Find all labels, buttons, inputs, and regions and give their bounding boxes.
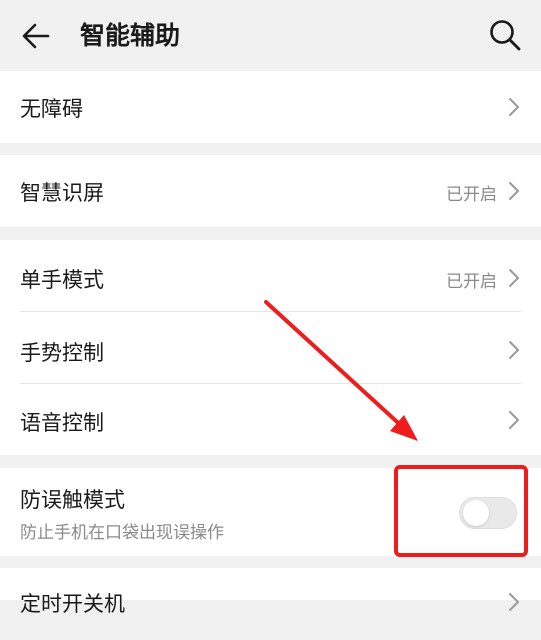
arrow-left-icon[interactable] xyxy=(20,20,52,52)
row-label: 手势控制 xyxy=(20,341,104,365)
row-voice-control[interactable]: 语音控制 xyxy=(0,384,541,455)
row-label: 定时开关机 xyxy=(20,592,125,616)
row-smart-screen[interactable]: 智慧识屏 已开启 xyxy=(0,155,541,227)
row-label: 无障碍 xyxy=(20,97,83,121)
settings-group-scheduled-power: 定时开关机 xyxy=(0,568,541,616)
annotation-highlight-box xyxy=(394,465,528,557)
chevron-right-icon xyxy=(509,269,519,287)
row-subtitle: 防止手机在口袋出现误操作 xyxy=(20,523,224,543)
status-text: 已开启 xyxy=(446,272,497,292)
row-label: 语音控制 xyxy=(20,411,104,435)
chevron-right-icon xyxy=(509,341,519,359)
status-text: 已开启 xyxy=(446,185,497,205)
search-icon[interactable] xyxy=(488,18,522,52)
chevron-right-icon xyxy=(509,411,519,429)
row-scheduled-power[interactable]: 定时开关机 xyxy=(0,568,541,640)
row-one-hand-mode[interactable]: 单手模式 已开启 xyxy=(0,240,541,311)
row-label: 防误触模式 xyxy=(20,488,125,512)
row-label: 智慧识屏 xyxy=(20,181,104,205)
settings-group-smart-screen: 智慧识屏 已开启 xyxy=(0,155,541,227)
row-label: 单手模式 xyxy=(20,268,104,292)
row-accessibility[interactable]: 无障碍 xyxy=(0,71,541,143)
chevron-right-icon xyxy=(509,593,519,611)
chevron-right-icon xyxy=(509,182,519,200)
page-title: 智能辅助 xyxy=(80,21,181,50)
settings-group-controls: 单手模式 已开启 手势控制 语音控制 xyxy=(0,240,541,455)
settings-group-accessibility: 无障碍 xyxy=(0,71,541,143)
title-bar: 智能辅助 xyxy=(0,0,541,70)
chevron-right-icon xyxy=(509,98,519,116)
row-gesture-control[interactable]: 手势控制 xyxy=(0,312,541,383)
